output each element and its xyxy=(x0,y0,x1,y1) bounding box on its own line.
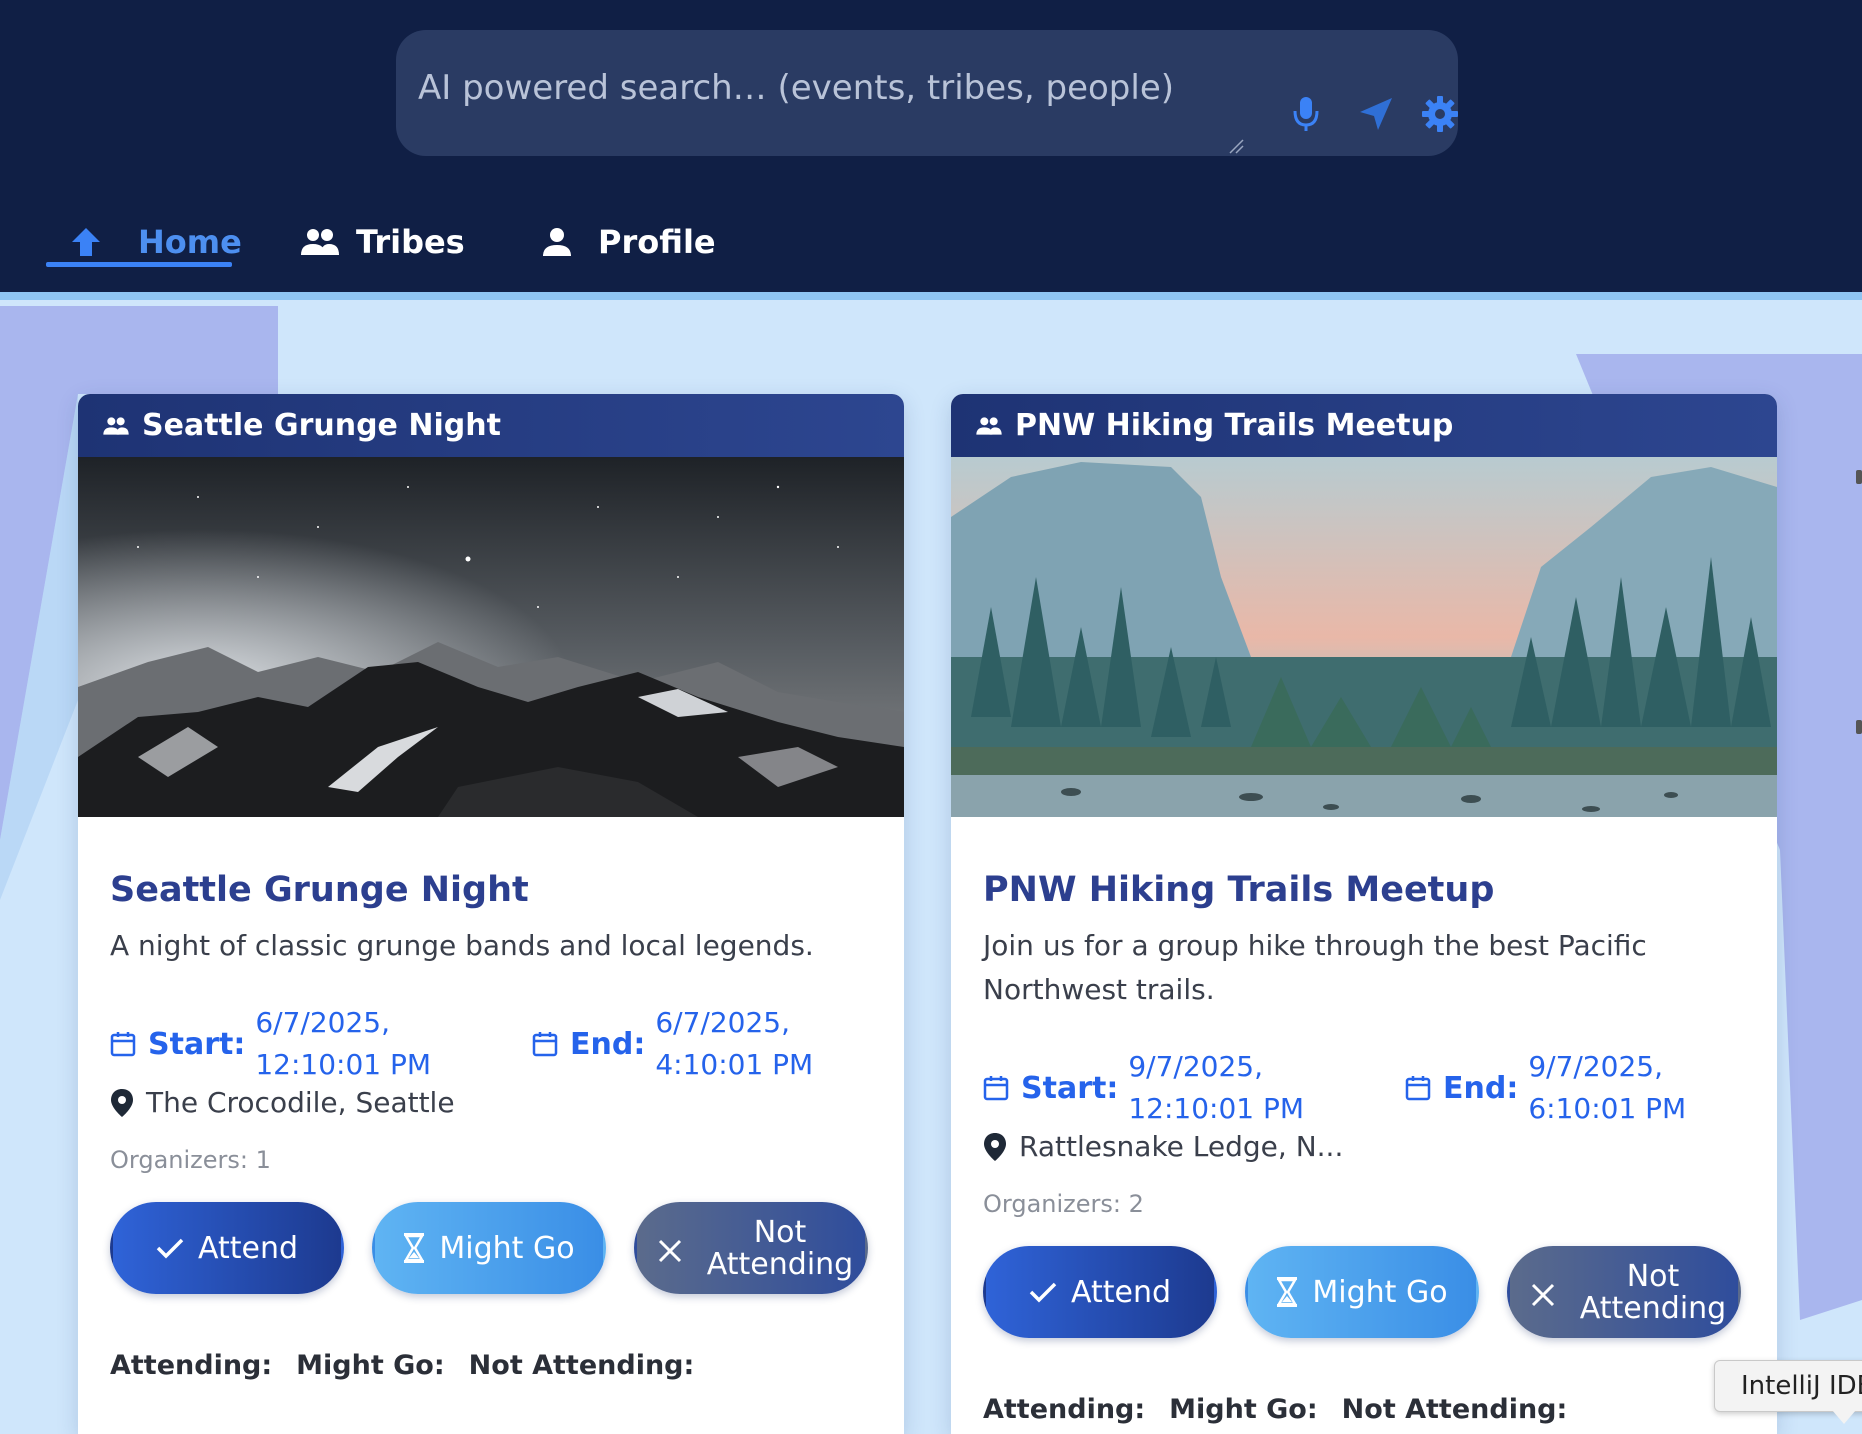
start-date: 9/7/2025, xyxy=(1128,1050,1263,1083)
attend-button[interactable]: Attend xyxy=(110,1202,344,1294)
event-image xyxy=(78,457,904,817)
summary-not-attending: Not Attending: xyxy=(468,1350,695,1381)
attend-label: Attend xyxy=(197,1230,299,1266)
organizers-count: Organizers: 1 xyxy=(110,1146,271,1174)
app-tooltip: IntelliJ IDEA xyxy=(1714,1360,1862,1412)
start-label: Start: xyxy=(148,1026,246,1062)
hourglass-icon xyxy=(1277,1277,1298,1307)
end-datetime: End: 9/7/2025, 6:10:01 PM xyxy=(1405,1046,1686,1130)
edge-marker xyxy=(1856,470,1862,484)
event-title: Seattle Grunge Night xyxy=(110,870,529,910)
event-location: Rattlesnake Ledge, N... xyxy=(983,1130,1343,1163)
not-attending-button[interactable]: Not Attending xyxy=(1507,1246,1741,1338)
end-label: End: xyxy=(1443,1070,1519,1106)
send-icon[interactable] xyxy=(1354,92,1398,136)
might-go-button[interactable]: Might Go xyxy=(1245,1246,1479,1338)
nav-tribes-label: Tribes xyxy=(356,223,465,261)
edge-marker xyxy=(1856,720,1862,734)
attend-button[interactable]: Attend xyxy=(983,1246,1217,1338)
resize-grip-icon[interactable] xyxy=(1228,138,1244,154)
location-pin-icon xyxy=(984,1132,1006,1161)
event-description: A night of classic grunge bands and loca… xyxy=(110,929,814,962)
search-bar xyxy=(396,30,1458,156)
summary-attending: Attending: xyxy=(983,1394,1146,1425)
calendar-icon xyxy=(1405,1076,1431,1101)
nav-profile-label: Profile xyxy=(598,223,716,261)
summary-might-go: Might Go: xyxy=(1169,1394,1318,1425)
hourglass-icon xyxy=(404,1233,425,1263)
card-header: PNW Hiking Trails Meetup xyxy=(951,394,1777,457)
event-title: PNW Hiking Trails Meetup xyxy=(983,870,1495,910)
nav-profile[interactable]: Profile xyxy=(542,214,716,270)
rsvp-summary: Attending: Might Go: Not Attending: xyxy=(110,1350,694,1381)
event-card[interactable]: PNW Hiking Trails Meetup PNW Hiking Trai… xyxy=(951,394,1777,1434)
attend-label: Attend xyxy=(1070,1274,1172,1310)
start-date: 6/7/2025, xyxy=(255,1006,390,1039)
start-time: 12:10:01 PM xyxy=(255,1048,432,1081)
card-header: Seattle Grunge Night xyxy=(78,394,904,457)
start-time: 12:10:01 PM xyxy=(1128,1092,1305,1125)
not-attending-label: Not Attending xyxy=(1579,1259,1727,1326)
calendar-icon xyxy=(532,1032,558,1057)
person-icon xyxy=(543,228,571,256)
event-card[interactable]: Seattle Grunge Night Seattle Grunge Nigh… xyxy=(78,394,904,1434)
rsvp-summary: Attending: Might Go: Not Attending: xyxy=(983,1394,1567,1425)
end-time: 4:10:01 PM xyxy=(655,1048,814,1081)
nav-active-indicator xyxy=(46,262,232,267)
end-date: 9/7/2025, xyxy=(1528,1050,1663,1083)
summary-attending: Attending: xyxy=(110,1350,273,1381)
start-datetime: Start: 9/7/2025, 12:10:01 PM xyxy=(983,1046,1304,1130)
calendar-icon xyxy=(110,1032,136,1057)
end-datetime: End: 6/7/2025, 4:10:01 PM xyxy=(532,1002,813,1086)
calendar-icon xyxy=(983,1076,1009,1101)
end-date: 6/7/2025, xyxy=(655,1006,790,1039)
nav-tribes[interactable]: Tribes xyxy=(300,214,465,270)
card-header-title: Seattle Grunge Night xyxy=(142,408,501,443)
check-icon xyxy=(156,1238,184,1259)
event-location: The Crocodile, Seattle xyxy=(110,1086,455,1119)
not-attending-label: Not Attending xyxy=(706,1215,854,1282)
app-header: Home Tribes Profile xyxy=(0,0,1862,292)
start-datetime: Start: 6/7/2025, 12:10:01 PM xyxy=(110,1002,431,1086)
organizers-count: Organizers: 2 xyxy=(983,1190,1144,1218)
event-description: Join us for a group hike through the bes… xyxy=(983,929,1647,1006)
might-go-label: Might Go xyxy=(439,1230,575,1266)
card-header-title: PNW Hiking Trails Meetup xyxy=(1015,408,1454,443)
close-icon xyxy=(658,1239,682,1263)
might-go-label: Might Go xyxy=(1312,1274,1448,1310)
header-accent-bar xyxy=(0,292,1862,300)
end-time: 6:10:01 PM xyxy=(1528,1092,1687,1125)
close-icon xyxy=(1531,1283,1555,1307)
people-icon xyxy=(301,229,339,255)
check-icon xyxy=(1029,1282,1057,1303)
gear-icon[interactable] xyxy=(1418,92,1462,136)
end-label: End: xyxy=(570,1026,646,1062)
group-icon xyxy=(976,416,1002,435)
tooltip-tail xyxy=(1832,1410,1856,1424)
location-text: Rattlesnake Ledge, N... xyxy=(1019,1130,1344,1163)
not-attending-button[interactable]: Not Attending xyxy=(634,1202,868,1294)
might-go-button[interactable]: Might Go xyxy=(372,1202,606,1294)
location-pin-icon xyxy=(111,1088,133,1117)
summary-not-attending: Not Attending: xyxy=(1341,1394,1568,1425)
event-image xyxy=(951,457,1777,817)
nav-home-label: Home xyxy=(138,223,242,261)
mic-icon[interactable] xyxy=(1284,92,1328,136)
location-text: The Crocodile, Seattle xyxy=(146,1086,455,1119)
start-label: Start: xyxy=(1021,1070,1119,1106)
group-icon xyxy=(103,416,129,435)
home-icon xyxy=(72,228,100,256)
search-input[interactable] xyxy=(418,60,1238,130)
summary-might-go: Might Go: xyxy=(296,1350,445,1381)
